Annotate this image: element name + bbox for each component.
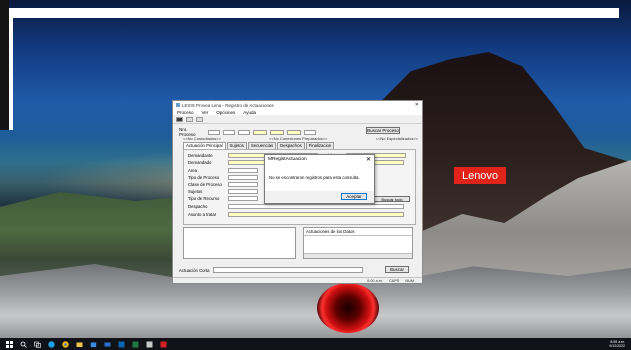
area-row: Area	[188, 168, 258, 173]
despacho-input[interactable]	[228, 204, 404, 209]
tipo-proceso-label: Tipo de Proceso	[188, 175, 220, 180]
menu-proceso[interactable]: Proceso	[177, 110, 194, 115]
mail-icon[interactable]	[103, 340, 111, 348]
chrome-icon[interactable]	[61, 340, 69, 348]
actuacion-corta-label: Actuación Corta	[179, 267, 210, 273]
area-input[interactable]	[228, 168, 258, 173]
status-time: 0:00 a.m.	[367, 278, 383, 283]
menu-ver[interactable]: Ver	[202, 110, 209, 115]
dialog-title: MRegistActuacion	[268, 156, 307, 162]
actuacion-corta-row: Actuación Corta	[179, 267, 363, 273]
tab-despachos[interactable]: Despachos	[277, 142, 305, 149]
sujetos-input[interactable]	[228, 189, 258, 194]
store-icon[interactable]	[89, 340, 97, 348]
menu-opciones[interactable]: Opciones	[216, 110, 235, 115]
menu-ayuda[interactable]: Ayuda	[243, 110, 256, 115]
sublink-no-especializados[interactable]: <<No Especializados>>	[376, 136, 418, 141]
sublinks-row: <<No Custodiados>> <<No Conexiones Prepa…	[183, 136, 418, 141]
dialog-footer: Aceptar	[265, 191, 374, 203]
sublink-no-conexiones[interactable]: <<No Conexiones Preparados>>	[269, 136, 327, 141]
toolbar-save-icon[interactable]	[186, 116, 193, 122]
window-titlebar[interactable]: LEXIS Provea Lima - Registro de Actuacio…	[173, 101, 422, 109]
system-tray[interactable]: 8:59 a.m. 9/12/2022	[609, 340, 625, 348]
sublink-no-custodiados[interactable]: <<No Custodiados>>	[183, 136, 221, 141]
lenovo-label: Lenovo	[461, 169, 499, 182]
tipo-proceso-row: Tipo de Proceso	[188, 175, 258, 180]
proceso-field-6[interactable]	[287, 129, 301, 135]
dialog-message: No se encontraron registros para esta co…	[269, 175, 360, 180]
app-icon[interactable]	[145, 340, 153, 348]
buscar-button[interactable]: Buscar	[385, 266, 409, 273]
tipo-recurso-label: Tipo de Recurso	[188, 196, 220, 201]
actuacion-corta-input[interactable]	[212, 267, 363, 273]
proceso-field-7[interactable]	[304, 129, 316, 135]
proceso-field-5[interactable]	[270, 129, 284, 135]
sujetos-row: Sujetos	[188, 189, 258, 194]
message-dialog: MRegistActuacion ✕ No se encontraron reg…	[264, 154, 375, 204]
demandante-label: Demandante	[188, 153, 213, 158]
proceso-field-4[interactable]	[253, 129, 267, 135]
outlook-icon[interactable]	[117, 340, 125, 348]
toolbar	[173, 115, 422, 124]
task-view-icon[interactable]	[33, 340, 41, 348]
tipo-recurso-row: Tipo de Recurso	[188, 196, 258, 201]
close-icon[interactable]: ✕	[415, 102, 419, 108]
buscar-todo-button[interactable]: Buscar todo	[374, 196, 410, 202]
aceptar-button[interactable]: Aceptar	[341, 193, 367, 200]
proceso-field-1[interactable]	[208, 129, 220, 135]
dialog-close-icon[interactable]: ✕	[366, 156, 371, 163]
status-num: NUM	[405, 278, 414, 283]
demandado-label: Demandado	[188, 160, 212, 165]
edge-icon[interactable]	[47, 340, 55, 348]
proceso-field-3[interactable]	[238, 129, 250, 135]
tab-strip: Actuación Principal Sujetos Secuencias D…	[183, 142, 335, 149]
notes-textarea[interactable]	[183, 227, 296, 259]
asunto-label: Asunto a tratar	[188, 212, 217, 217]
window-title: LEXIS Provea Lima - Registro de Actuacio…	[182, 102, 274, 108]
tray-date: 9/12/2022	[609, 344, 625, 348]
search-icon[interactable]	[19, 340, 27, 348]
toolbar-new-icon[interactable]	[176, 116, 183, 122]
tab-secuencias[interactable]: Secuencias	[247, 142, 277, 149]
proceso-field-2[interactable]	[223, 129, 235, 135]
acrobat-icon[interactable]	[159, 340, 167, 348]
status-bar: 0:00 a.m. CAPS NUM	[173, 277, 422, 283]
actuaciones-panel: Actuaciones de los Datos	[303, 227, 413, 259]
status-caps: CAPS	[389, 278, 400, 283]
asunto-input[interactable]	[228, 212, 404, 217]
screen-overlay-left	[9, 8, 13, 130]
excel-icon[interactable]	[131, 340, 139, 348]
tipo-recurso-input[interactable]	[228, 196, 258, 201]
despacho-label: Despacho	[188, 204, 208, 209]
tab-actuacion-principal[interactable]: Actuación Principal	[183, 142, 226, 149]
asunto-row: Asunto a tratar	[188, 212, 404, 217]
tab-sujetos[interactable]: Sujetos	[226, 142, 247, 149]
file-explorer-icon[interactable]	[75, 340, 83, 348]
buscar-proceso-button[interactable]: Buscar Proceso	[366, 127, 400, 134]
left-dark-strip	[0, 0, 9, 130]
clase-proceso-input[interactable]	[228, 182, 258, 187]
toolbar-print-icon[interactable]	[196, 116, 203, 122]
sujetos-label: Sujetos	[188, 189, 203, 194]
taskbar: 8:59 a.m. 9/12/2022	[0, 338, 631, 350]
windows-start-icon[interactable]	[5, 340, 13, 348]
clase-proceso-row: Clase de Proceso	[188, 182, 258, 187]
tipo-proceso-input[interactable]	[228, 175, 258, 180]
screen-overlay-top	[9, 8, 619, 18]
clase-proceso-label: Clase de Proceso	[188, 182, 222, 187]
actuaciones-scrollbar[interactable]	[304, 253, 412, 258]
area-label: Area	[188, 168, 198, 173]
despacho-row: Despacho	[188, 204, 404, 209]
actuaciones-header: Actuaciones de los Datos	[304, 228, 412, 236]
tab-finalizacion[interactable]: Finalizacion	[305, 142, 335, 149]
dialog-titlebar[interactable]: MRegistActuacion ✕	[265, 155, 374, 163]
lenovo-logo: Lenovo	[454, 167, 506, 184]
red-orb-logo	[317, 283, 379, 333]
app-icon	[176, 103, 180, 107]
